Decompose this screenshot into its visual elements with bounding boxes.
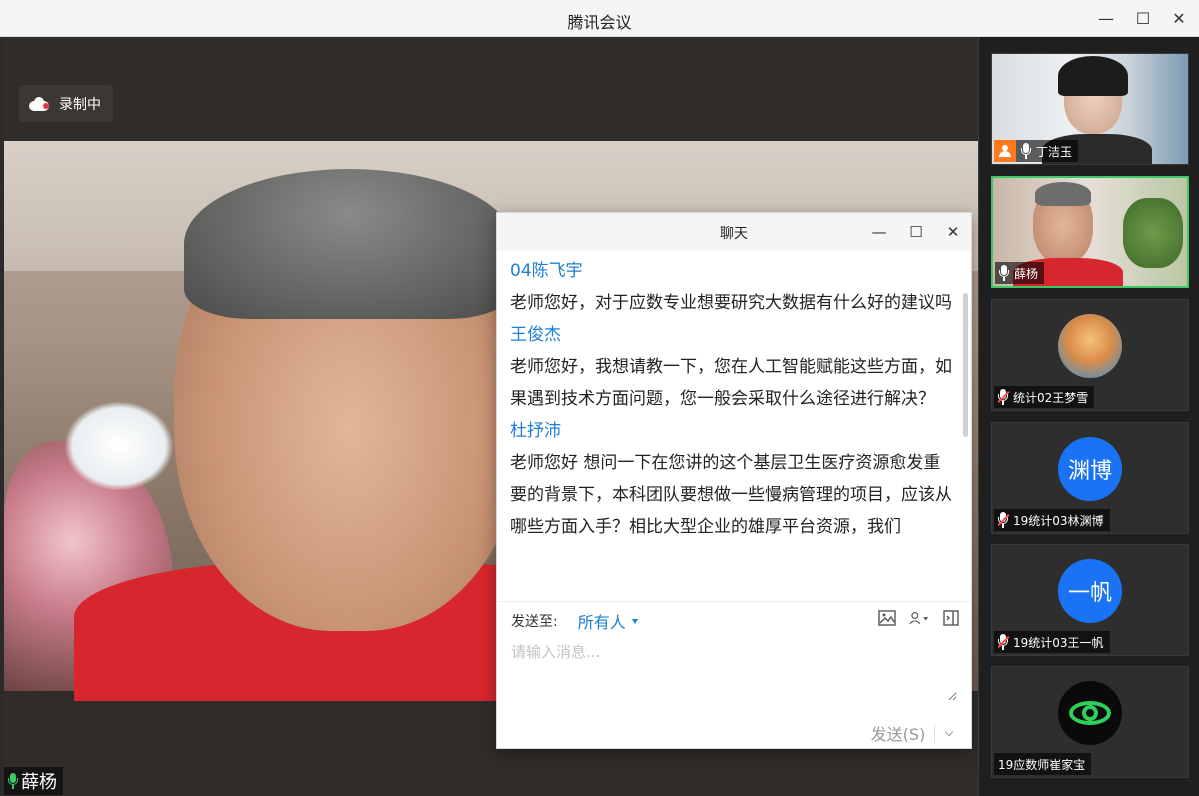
maximize-button[interactable]: ☐ bbox=[1129, 6, 1157, 30]
send-button[interactable]: 发送(S) bbox=[869, 721, 927, 745]
participant-name-tag: 19统计03王一帆 bbox=[994, 631, 1110, 653]
eye-icon bbox=[1069, 701, 1111, 725]
chat-message-list[interactable]: 04陈飞宇 老师您好，对于应数专业想要研究大数据有什么好的建议吗 王俊杰 老师您… bbox=[497, 251, 973, 601]
send-separator bbox=[934, 725, 935, 743]
speaker-name: 薛杨 bbox=[21, 772, 57, 793]
message-text: 老师您好，对于应数专业想要研究大数据有什么好的建议吗 bbox=[510, 293, 952, 313]
send-to-value: 所有人 bbox=[577, 613, 626, 632]
participant-name-tag: 19统计03林渊博 bbox=[994, 509, 1110, 531]
mic-muted-icon bbox=[998, 512, 1008, 528]
message-sender[interactable]: 王俊杰 bbox=[510, 319, 953, 351]
video-speaker-hair bbox=[184, 169, 514, 319]
caret-down-icon bbox=[631, 618, 638, 624]
chat-scrollbar[interactable] bbox=[963, 293, 968, 437]
mic-icon bbox=[8, 773, 18, 789]
send-target-row: 发送至: 所有人 bbox=[511, 609, 961, 633]
chat-toolbar bbox=[877, 609, 961, 627]
host-icon bbox=[994, 140, 1016, 162]
pop-out-icon[interactable] bbox=[941, 609, 961, 627]
participant-tile[interactable]: 渊博 19统计03林渊博 bbox=[991, 422, 1189, 534]
participant-video-hair bbox=[1035, 182, 1091, 206]
participant-tile[interactable]: 19应数师崔家宝 bbox=[991, 666, 1189, 778]
message-text: 老师您好，我想请教一下，您在人工智能赋能这些方面，如果遇到技术方面问题，您一般会… bbox=[510, 357, 952, 409]
image-icon[interactable] bbox=[877, 609, 897, 627]
participant-avatar: 一帆 bbox=[1058, 559, 1122, 623]
recording-label: 录制中 bbox=[59, 96, 101, 113]
message-sender[interactable]: 杜抒沛 bbox=[510, 415, 953, 447]
send-to-label: 发送至: bbox=[511, 614, 558, 630]
chat-message-input[interactable] bbox=[511, 641, 957, 701]
participant-video-plant bbox=[1123, 198, 1183, 268]
message-text: 老师您好 想问一下在您讲的这个基层卫生医疗资源愈发重要的背景下，本科团队要想做一… bbox=[510, 453, 952, 537]
participant-name: 薛杨 bbox=[1014, 266, 1039, 281]
chat-message: 04陈飞宇 老师您好，对于应数专业想要研究大数据有什么好的建议吗 bbox=[510, 255, 953, 319]
window-title: 腾讯会议 bbox=[567, 13, 632, 32]
send-options-button[interactable] bbox=[942, 723, 956, 743]
participant-name: 统计02王梦雪 bbox=[1013, 390, 1089, 405]
chevron-down-icon bbox=[944, 727, 954, 736]
chat-divider bbox=[497, 601, 971, 602]
participant-name-tag: 19应数师崔家宝 bbox=[994, 753, 1092, 775]
participant-video-hair bbox=[1058, 56, 1128, 96]
chat-title: 聊天 bbox=[720, 226, 748, 242]
privacy-settings-icon[interactable] bbox=[909, 609, 929, 627]
video-lily bbox=[64, 401, 174, 491]
mic-muted-icon bbox=[998, 634, 1008, 650]
participant-avatar bbox=[1058, 681, 1122, 745]
participant-tile-active[interactable]: 薛杨 bbox=[991, 176, 1189, 288]
chat-header[interactable]: 聊天 — ☐ ✕ bbox=[497, 213, 971, 251]
title-bar: 腾讯会议 — ☐ ✕ bbox=[0, 0, 1199, 37]
speaker-name-tag: 薛杨 bbox=[4, 767, 63, 795]
send-to-dropdown[interactable]: 所有人 bbox=[578, 609, 638, 633]
participants-panel[interactable]: 丁洁玉 薛杨 统计02王梦雪 渊博 19统计03林渊博 一帆 19统计03王一帆 bbox=[978, 37, 1199, 796]
close-button[interactable]: ✕ bbox=[1165, 6, 1193, 30]
chat-close-button[interactable]: ✕ bbox=[941, 221, 965, 243]
chat-message: 杜抒沛 老师您好 想问一下在您讲的这个基层卫生医疗资源愈发重要的背景下，本科团队… bbox=[510, 415, 953, 543]
participant-tile[interactable]: 统计02王梦雪 bbox=[991, 299, 1189, 411]
chat-maximize-button[interactable]: ☐ bbox=[904, 221, 928, 243]
participant-name-tag: 薛杨 bbox=[995, 262, 1045, 284]
cloud-record-icon bbox=[29, 96, 49, 111]
participant-avatar bbox=[1058, 314, 1122, 378]
mic-muted-icon bbox=[998, 389, 1008, 405]
participant-avatar: 渊博 bbox=[1058, 437, 1122, 501]
recording-badge[interactable]: 录制中 bbox=[19, 85, 113, 122]
chat-minimize-button[interactable]: — bbox=[867, 221, 891, 243]
chat-window[interactable]: 聊天 — ☐ ✕ 04陈飞宇 老师您好，对于应数专业想要研究大数据有什么好的建议… bbox=[496, 212, 972, 749]
minimize-button[interactable]: — bbox=[1092, 6, 1120, 30]
participant-name: 19应数师崔家宝 bbox=[998, 757, 1086, 772]
participant-name: 丁洁玉 bbox=[1036, 144, 1073, 159]
participant-tile[interactable]: 丁洁玉 bbox=[991, 53, 1189, 165]
chat-message: 王俊杰 老师您好，我想请教一下，您在人工智能赋能这些方面，如果遇到技术方面问题，… bbox=[510, 319, 953, 415]
participant-name: 19统计03林渊博 bbox=[1013, 513, 1104, 528]
mic-icon bbox=[1021, 143, 1031, 159]
participant-tile[interactable]: 一帆 19统计03王一帆 bbox=[991, 544, 1189, 656]
mic-icon bbox=[999, 265, 1009, 281]
participant-name: 19统计03王一帆 bbox=[1013, 635, 1104, 650]
participant-name-tag: 统计02王梦雪 bbox=[994, 386, 1095, 408]
message-sender[interactable]: 04陈飞宇 bbox=[510, 255, 953, 287]
participant-name-tag: 丁洁玉 bbox=[994, 140, 1079, 162]
